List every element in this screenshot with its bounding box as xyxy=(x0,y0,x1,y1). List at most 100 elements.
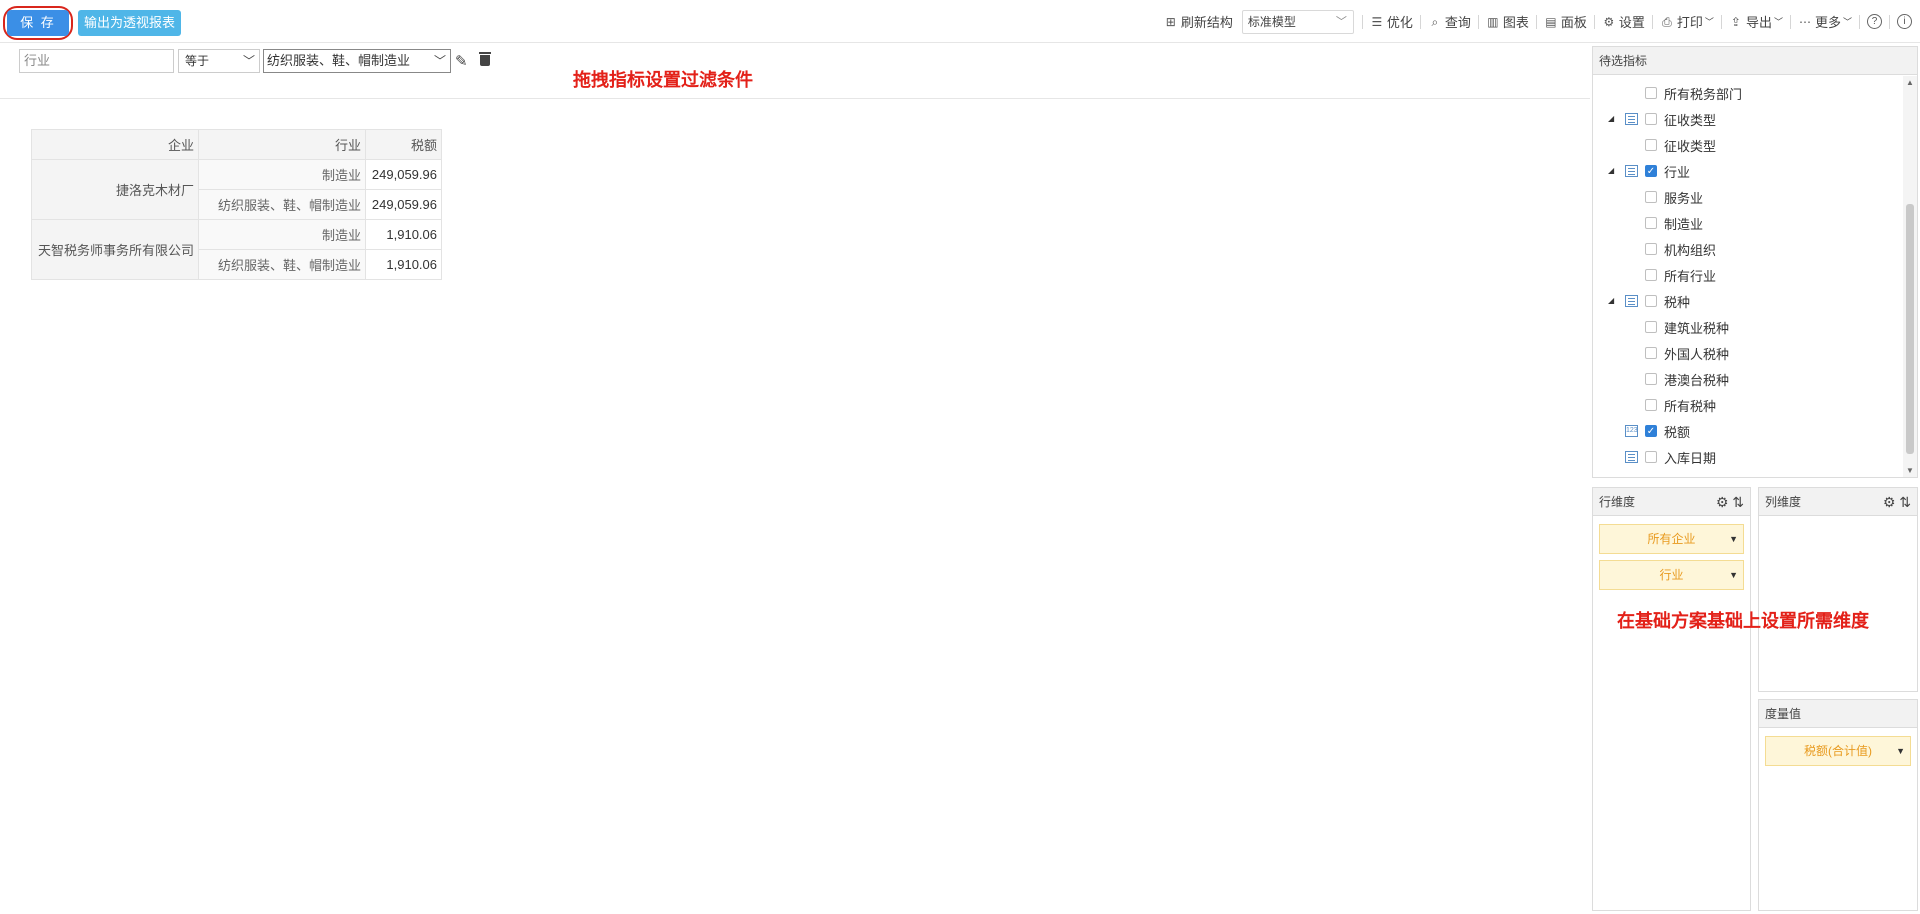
expand-triangle-icon[interactable]: ◢ xyxy=(1608,166,1614,175)
tree-item[interactable]: 建筑业税种 xyxy=(1593,314,1903,340)
tree-item-checkbox[interactable] xyxy=(1645,321,1657,333)
scroll-up-icon[interactable]: ▲ xyxy=(1906,78,1914,87)
chevron-down-icon: ﹀ xyxy=(1842,17,1852,27)
filter-field-input[interactable]: 行业 xyxy=(19,49,174,73)
caret-down-icon[interactable]: ▼ xyxy=(1729,561,1738,589)
trash-can xyxy=(480,55,490,66)
scroll-down-icon[interactable]: ▼ xyxy=(1906,466,1914,475)
tree-item[interactable]: 所有税务部门 xyxy=(1593,80,1903,106)
export-button[interactable]: ⇪ 导出 ﹀ xyxy=(1724,0,1788,43)
help-button[interactable]: ? xyxy=(1862,0,1887,43)
tree-item-checkbox[interactable] xyxy=(1645,399,1657,411)
tree-item-checkbox[interactable] xyxy=(1645,269,1657,281)
header-enterprise[interactable]: 企业 xyxy=(31,129,199,160)
refresh-structure-button[interactable]: ⊞ 刷新结构 xyxy=(1159,0,1238,43)
model-select-value: 标准模型 xyxy=(1247,14,1296,29)
gear-icon[interactable]: ⚙ xyxy=(1883,494,1896,510)
tree-item[interactable]: 123 ✓ 税额 xyxy=(1593,418,1903,444)
toolbar-divider xyxy=(1651,14,1653,29)
trash-icon[interactable] xyxy=(478,51,492,67)
filter-operator-select[interactable]: 等于 ﹀ xyxy=(178,49,260,73)
tree-item-checkbox[interactable] xyxy=(1645,243,1657,255)
pivot-table: 企业 行业 税额 捷洛克木材厂 制造业 249,059.96 纺织服装、鞋、帽制… xyxy=(31,129,442,280)
panel-icon: ▤ xyxy=(1545,14,1557,29)
tree-item-checkbox[interactable] xyxy=(1645,373,1657,385)
print-button[interactable]: ⎙ 打印 ﹀ xyxy=(1655,0,1719,43)
toolbar-divider xyxy=(1535,14,1537,29)
tree-item-checkbox[interactable] xyxy=(1645,295,1657,307)
filter-value-select[interactable]: 纺织服装、鞋、帽制造业 ﹀ xyxy=(263,49,451,73)
panel-label: 面板 xyxy=(1560,15,1587,30)
expand-triangle-icon[interactable]: ◢ xyxy=(1608,114,1614,123)
settings-button[interactable]: ⚙ 设置 xyxy=(1597,0,1650,43)
toolbar-divider xyxy=(1720,14,1722,29)
pencil-icon[interactable]: ✎ xyxy=(455,52,468,70)
row-dimension-title: 行维度 xyxy=(1599,495,1636,509)
tree-item-checkbox[interactable] xyxy=(1645,347,1657,359)
caret-down-icon[interactable]: ▼ xyxy=(1729,525,1738,553)
header-tax-amount[interactable]: 税额 xyxy=(365,129,442,160)
tax-cell: 249,059.96 xyxy=(365,159,442,190)
tree-item[interactable]: 服务业 xyxy=(1593,184,1903,210)
tree-item[interactable]: 征收类型 xyxy=(1593,132,1903,158)
tree-item-checkbox[interactable] xyxy=(1645,191,1657,203)
candidate-indicators-title: 待选指标 xyxy=(1593,47,1917,75)
expand-triangle-icon[interactable]: ◢ xyxy=(1608,296,1614,305)
tree-item-checkbox[interactable] xyxy=(1645,217,1657,229)
row-dimension-header: 行维度 ⚙ ⇅ xyxy=(1593,488,1750,516)
printer-icon: ⎙ xyxy=(1662,14,1672,29)
sort-icon[interactable]: ⇅ xyxy=(1899,494,1911,510)
tree-item[interactable]: 港澳台税种 xyxy=(1593,366,1903,392)
tree-item[interactable]: 所有税种 xyxy=(1593,392,1903,418)
tree-item-checkbox[interactable] xyxy=(1645,451,1657,463)
row-dim-pill-industry[interactable]: 行业 ▼ xyxy=(1599,560,1744,590)
model-select[interactable]: 标准模型 ﹀ xyxy=(1241,9,1354,34)
row-dim-pill-all-enterprises[interactable]: 所有企业 ▼ xyxy=(1599,524,1744,554)
tax-cell: 1,910.06 xyxy=(365,219,442,250)
tree-item[interactable]: ◢ 税种 xyxy=(1593,288,1903,314)
toolbar-divider xyxy=(1789,14,1791,29)
panel-button[interactable]: ▤ 面板 xyxy=(1539,0,1592,43)
list-icon: ☰ xyxy=(1371,14,1383,29)
toolbar-divider xyxy=(1889,14,1890,29)
tree-item-checkbox[interactable]: ✓ xyxy=(1645,165,1657,177)
info-button[interactable]: i xyxy=(1892,0,1920,43)
tree-item-checkbox[interactable] xyxy=(1645,139,1657,151)
tree-item-label: 制造业 xyxy=(1664,217,1704,232)
toolbar-actions: ⊞ 刷新结构 标准模型 ﹀ ☰ 优化 ⌕ 查询 ▥ 图表 ▤ 面板 ⚙ 设置 ⎙… xyxy=(1159,0,1920,43)
save-button[interactable]: 保 存 xyxy=(7,10,69,36)
tree-item-checkbox[interactable] xyxy=(1645,113,1657,125)
tree-item[interactable]: ◢ ✓ 行业 xyxy=(1593,158,1903,184)
settings-label: 设置 xyxy=(1618,15,1645,30)
caret-down-icon[interactable]: ▼ xyxy=(1896,737,1905,765)
chart-button[interactable]: ▥ 图表 xyxy=(1481,0,1534,43)
header-industry[interactable]: 行业 xyxy=(198,129,366,160)
enterprise-cell: 捷洛克木材厂 xyxy=(31,159,199,220)
row-dimension-tools: ⚙ ⇅ xyxy=(1716,488,1744,516)
tree-scrollbar[interactable]: ▲ ▼ xyxy=(1903,76,1917,477)
tree-item-checkbox[interactable] xyxy=(1645,87,1657,99)
export-pivot-report-button[interactable]: 输出为透视报表 xyxy=(78,10,181,36)
tree-item[interactable]: 机构组织 xyxy=(1593,236,1903,262)
tree-item[interactable]: 制造业 xyxy=(1593,210,1903,236)
scroll-thumb[interactable] xyxy=(1906,204,1914,454)
tree-item[interactable]: 入库日期 xyxy=(1593,444,1903,470)
query-icon: ⌕ xyxy=(1431,14,1439,29)
refresh-structure-label: 刷新结构 xyxy=(1180,15,1233,30)
optimize-button[interactable]: ☰ 优化 xyxy=(1365,0,1418,43)
measure-title: 度量值 xyxy=(1759,700,1917,728)
gear-icon[interactable]: ⚙ xyxy=(1716,494,1729,510)
sort-icon[interactable]: ⇅ xyxy=(1732,494,1744,510)
tree-item[interactable]: 所有行业 xyxy=(1593,262,1903,288)
tree-item-label: 服务业 xyxy=(1664,191,1704,206)
tree-item[interactable]: ◢ 征收类型 xyxy=(1593,106,1903,132)
more-label: 更多 xyxy=(1814,15,1841,30)
chevron-down-icon: ﹀ xyxy=(1704,17,1714,27)
more-button[interactable]: ⋯ 更多 ﹀ xyxy=(1793,0,1857,43)
query-button[interactable]: ⌕ 查询 xyxy=(1423,0,1476,43)
measure-pill-tax-sum[interactable]: 税额(合计值) ▼ xyxy=(1765,736,1911,766)
row-dimension-panel: 行维度 ⚙ ⇅ 所有企业 ▼ 行业 ▼ xyxy=(1592,487,1751,911)
tree-item-checkbox[interactable]: ✓ xyxy=(1645,425,1657,437)
tree-item-label: 机构组织 xyxy=(1664,243,1717,258)
tree-item[interactable]: 外国人税种 xyxy=(1593,340,1903,366)
